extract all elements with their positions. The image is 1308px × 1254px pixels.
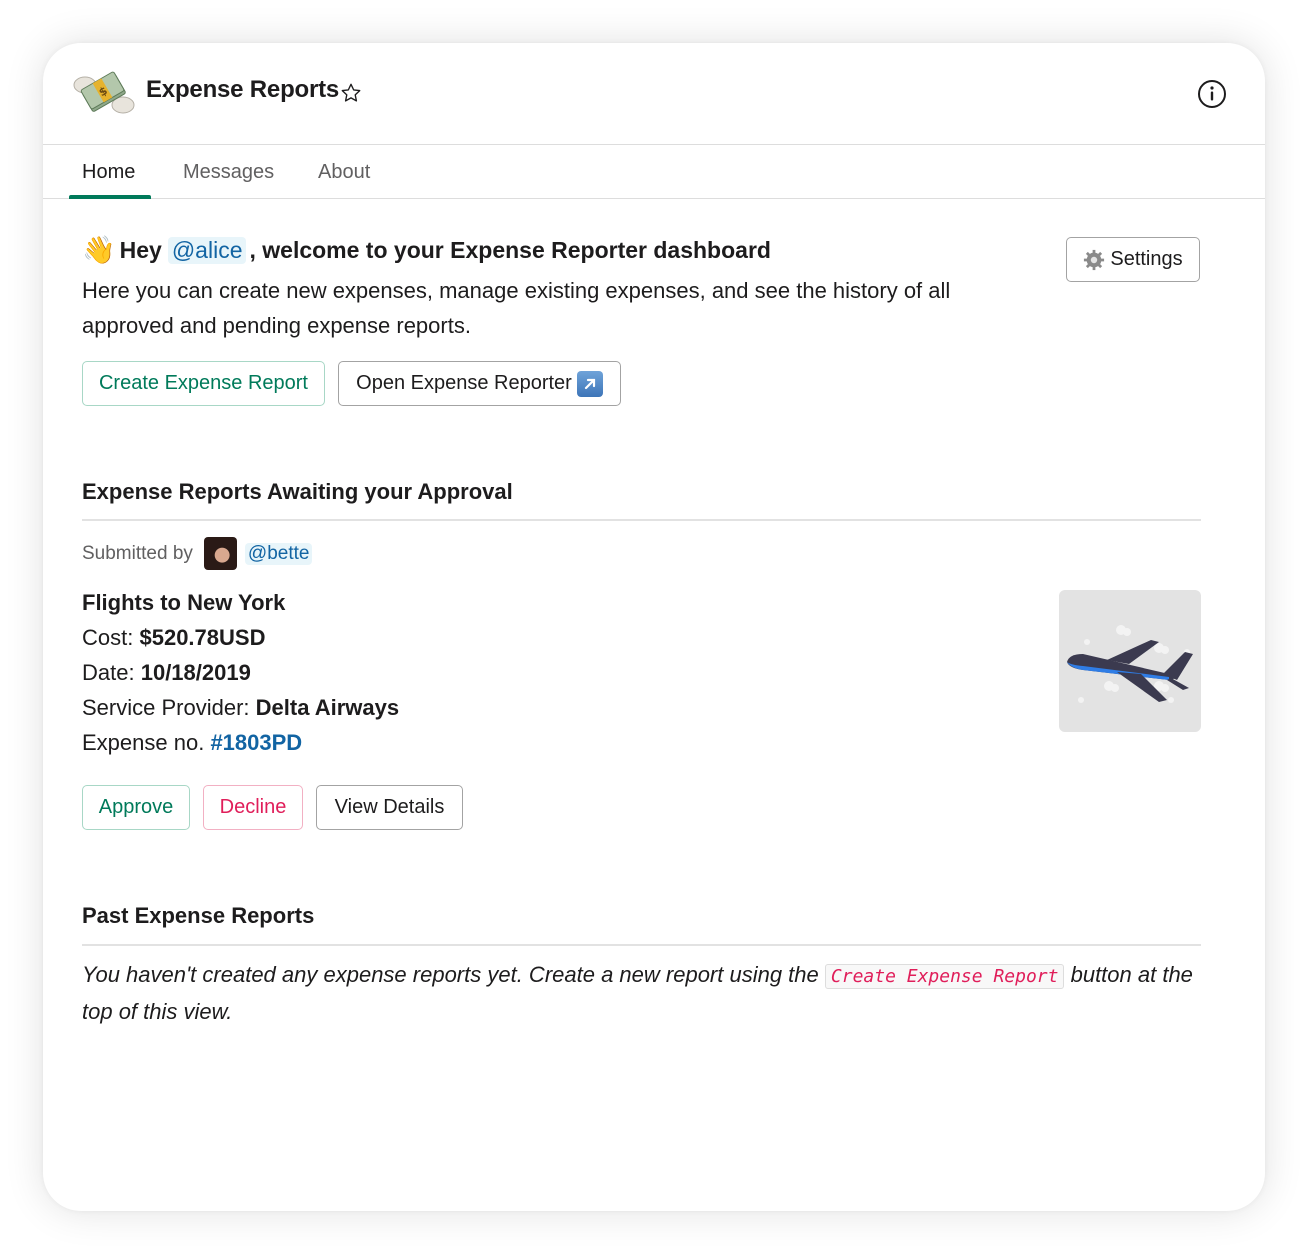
inline-code: Create Expense Report (824, 964, 1065, 989)
empty-state-text: You haven't created any expense reports … (82, 957, 1202, 1029)
section-divider (82, 944, 1201, 946)
info-icon[interactable] (1197, 79, 1227, 109)
submitter-mention[interactable]: @bette (244, 542, 313, 565)
expense-no-label: Expense no. (82, 730, 205, 755)
provider-label: Service Provider: (82, 695, 250, 720)
greeting-prefix: Hey (119, 237, 162, 263)
app-title: Expense Reports (146, 76, 340, 103)
date-value: 10/18/2019 (140, 660, 251, 685)
star-icon[interactable] (340, 82, 362, 104)
report-provider: Service Provider: Delta Airways (82, 695, 399, 721)
create-expense-report-button[interactable]: Create Expense Report (82, 361, 325, 406)
report-cost: Cost: $520.78USD (82, 625, 265, 651)
active-tab-indicator (69, 195, 151, 199)
external-link-icon (576, 370, 603, 397)
gear-icon (1084, 249, 1105, 270)
money-with-wings-icon: $ (73, 71, 135, 114)
greeting-suffix: , welcome to your Expense Reporter dashb… (249, 237, 771, 263)
welcome-heading: 👋 Hey @alice , welcome to your Expense R… (82, 237, 771, 264)
flight-thumbnail (1059, 590, 1201, 732)
open-reporter-label: Open Expense Reporter (356, 372, 572, 394)
cost-value: $520.78USD (139, 625, 266, 650)
app-home-card: $ Expense Reports Home Messages About 👋 … (43, 43, 1265, 1211)
user-mention[interactable]: @alice (167, 237, 247, 264)
past-reports-title: Past Expense Reports (82, 903, 315, 928)
report-name: Flights to New York (82, 590, 286, 615)
open-expense-reporter-button[interactable]: Open Expense Reporter (338, 361, 621, 406)
section-divider (82, 519, 1201, 521)
submitted-by-label: Submitted by (82, 542, 193, 564)
settings-label: Settings (1110, 248, 1183, 270)
settings-button[interactable]: Settings (1066, 237, 1200, 282)
tab-bar: Home Messages About (43, 145, 1265, 199)
provider-value: Delta Airways (255, 695, 400, 720)
airplane-icon (1067, 625, 1193, 703)
empty-prefix: You haven't created any expense reports … (82, 962, 819, 987)
tab-messages[interactable]: Messages (183, 161, 274, 184)
expense-no-link[interactable]: #1803PD (210, 730, 302, 755)
approve-button[interactable]: Approve (82, 785, 190, 830)
report-date: Date: 10/18/2019 (82, 660, 251, 686)
report-expense-number: Expense no. #1803PD (82, 730, 302, 756)
view-details-button[interactable]: View Details (316, 785, 463, 830)
decline-button[interactable]: Decline (203, 785, 303, 830)
avatar (203, 537, 237, 570)
tab-home[interactable]: Home (82, 161, 135, 184)
date-label: Date: (82, 660, 135, 685)
waving-hand-icon: 👋 (82, 235, 116, 265)
app-header: $ Expense Reports (43, 43, 1265, 145)
intro-text: Here you can create new expenses, manage… (82, 278, 951, 338)
submitted-by-row: Submitted by @bette (82, 537, 313, 570)
tab-about[interactable]: About (318, 161, 370, 184)
cost-label: Cost: (82, 625, 134, 650)
awaiting-approval-title: Expense Reports Awaiting your Approval (82, 479, 513, 504)
